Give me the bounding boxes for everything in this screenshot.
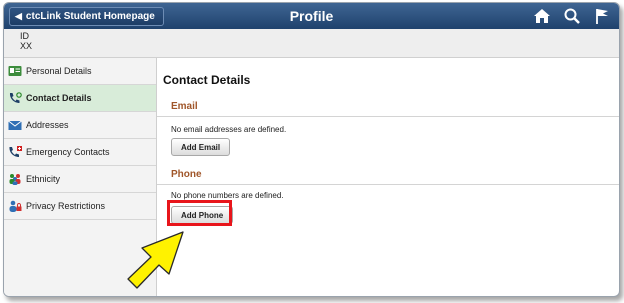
sidebar-item-personal-details[interactable]: Personal Details — [4, 58, 156, 85]
sidebar-item-privacy-restrictions[interactable]: Privacy Restrictions — [4, 193, 156, 220]
phone-contact-icon — [8, 92, 22, 104]
sidebar-item-label: Emergency Contacts — [26, 147, 110, 157]
add-phone-highlight-box — [167, 200, 232, 226]
page-header-title: Profile — [289, 8, 334, 24]
id-bar: ID XX — [4, 29, 619, 58]
sidebar-item-emergency-contacts[interactable]: Emergency Contacts — [4, 139, 156, 166]
pointer-arrow-icon — [127, 231, 184, 289]
sidebar-item-label: Addresses — [26, 120, 69, 130]
phone-section-divider — [157, 184, 619, 185]
main-content: Contact Details Email No email addresses… — [157, 58, 619, 296]
search-icon[interactable] — [563, 7, 581, 25]
envelope-icon — [8, 119, 22, 131]
sidebar-item-ethnicity[interactable]: Ethnicity — [4, 166, 156, 193]
sidebar-item-label: Personal Details — [26, 66, 92, 76]
sidebar-item-contact-details[interactable]: Contact Details — [4, 85, 156, 112]
person-lock-icon — [8, 200, 22, 212]
id-label: ID — [20, 31, 29, 41]
app-window: ◀ ctcLink Student Homepage Profile ID XX… — [3, 2, 620, 297]
home-icon[interactable] — [533, 7, 551, 25]
sidebar-item-addresses[interactable]: Addresses — [4, 112, 156, 139]
email-section-divider — [157, 116, 619, 117]
phone-empty-message: No phone numbers are defined. — [171, 191, 284, 200]
sidebar-item-label: Ethnicity — [26, 174, 61, 184]
id-card-icon — [8, 65, 22, 77]
people-icon — [8, 173, 22, 185]
id-value: XX — [20, 41, 33, 51]
sidebar-item-label: Contact Details — [26, 93, 92, 103]
sidebar-item-label: Privacy Restrictions — [26, 201, 106, 211]
add-email-button[interactable]: Add Email — [171, 138, 231, 156]
flag-icon[interactable] — [593, 7, 611, 25]
phone-section-title: Phone — [171, 169, 202, 180]
header-bar: ◀ ctcLink Student Homepage Profile — [4, 3, 619, 29]
email-empty-message: No email addresses are defined. — [171, 125, 287, 134]
email-section-title: Email — [171, 101, 198, 112]
page-title: Contact Details — [163, 73, 251, 87]
emergency-phone-icon — [8, 146, 22, 158]
